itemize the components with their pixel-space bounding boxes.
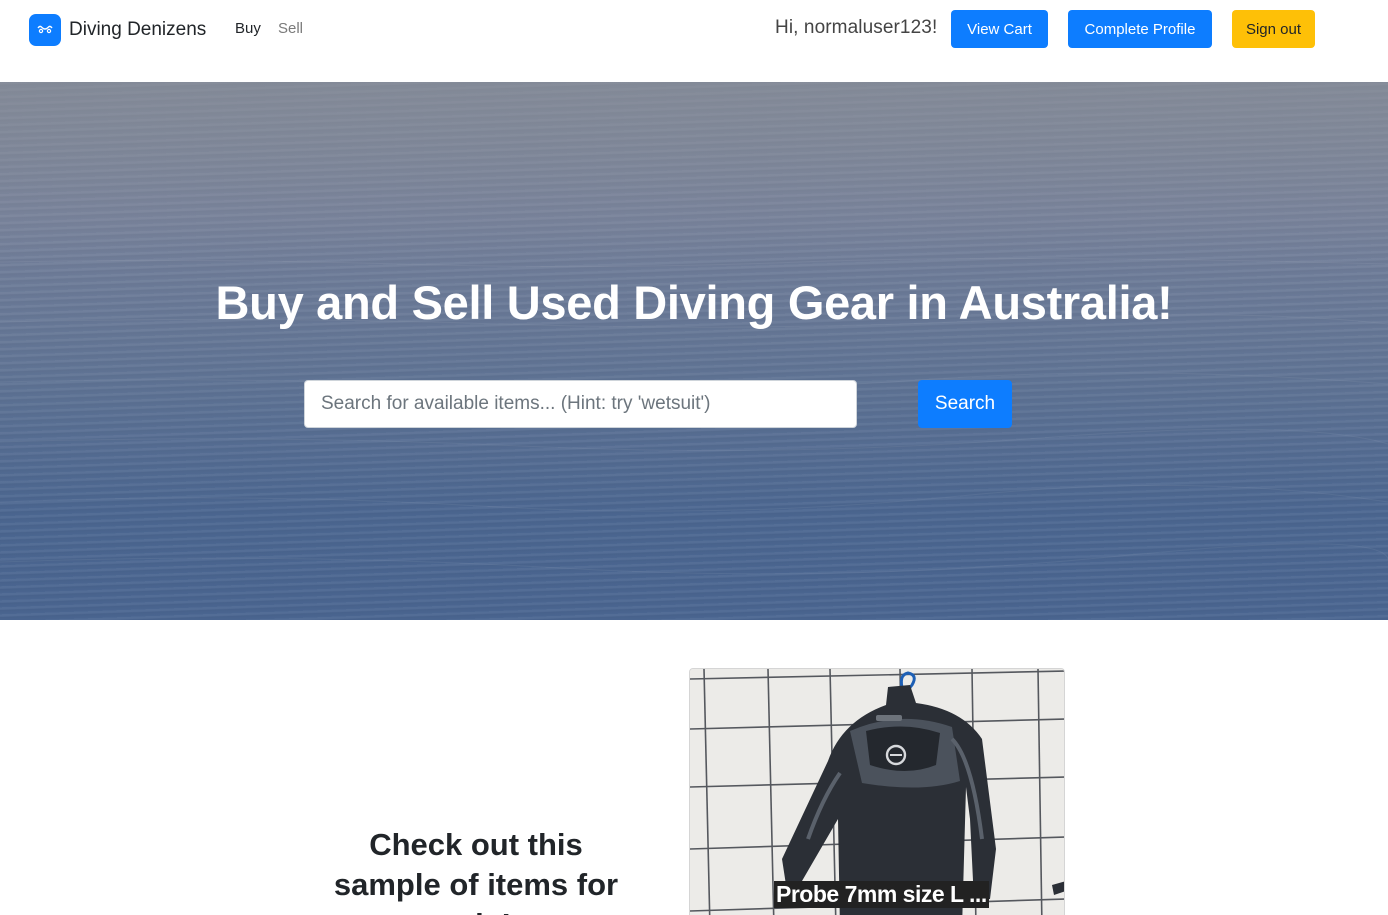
search-input[interactable] bbox=[304, 380, 857, 428]
navbar: Diving Denizens Buy Sell Hi, normaluser1… bbox=[0, 0, 1388, 82]
ocean-background bbox=[0, 82, 1388, 620]
nav-buy-link[interactable]: Buy bbox=[235, 20, 261, 37]
item-caption: Probe 7mm size L ... bbox=[774, 881, 989, 908]
diver-mask-icon bbox=[29, 13, 61, 46]
sign-out-button[interactable]: Sign out bbox=[1232, 10, 1315, 48]
item-card[interactable]: Probe 7mm size L ... bbox=[689, 668, 1065, 915]
search-button[interactable]: Search bbox=[918, 380, 1012, 428]
view-cart-button[interactable]: View Cart bbox=[951, 10, 1048, 48]
hero-title: Buy and Sell Used Diving Gear in Austral… bbox=[215, 276, 1173, 329]
wetsuit-photo bbox=[690, 669, 1064, 915]
nav-sell-link[interactable]: Sell bbox=[278, 20, 303, 37]
sample-items-heading: Check out this sample of items for sale! bbox=[333, 827, 619, 915]
hero-banner: Buy and Sell Used Diving Gear in Austral… bbox=[0, 82, 1388, 620]
user-greeting: Hi, normaluser123! bbox=[775, 17, 938, 38]
brand-link[interactable]: Diving Denizens bbox=[29, 13, 206, 46]
complete-profile-button[interactable]: Complete Profile bbox=[1068, 10, 1212, 48]
brand-name: Diving Denizens bbox=[69, 18, 207, 40]
